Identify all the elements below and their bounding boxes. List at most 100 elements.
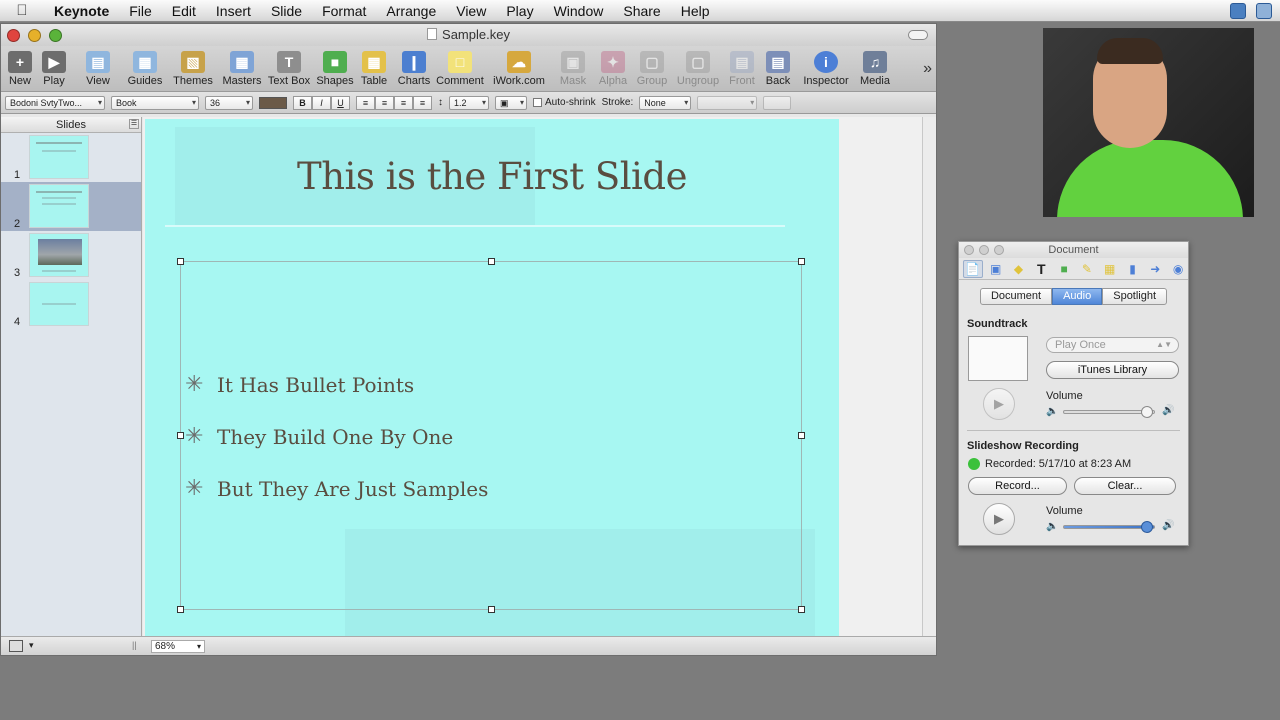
soundtrack-play-button[interactable]: ▶ xyxy=(983,388,1015,420)
soundtrack-volume-knob[interactable] xyxy=(1140,406,1153,418)
play-mode-select[interactable]: Play Once ▲▼ xyxy=(1046,337,1179,353)
text-color-swatch[interactable] xyxy=(259,96,287,109)
underline-button[interactable]: U xyxy=(331,95,350,110)
hyperlink-inspector-icon[interactable]: ➜ xyxy=(1145,260,1165,278)
resize-handle-top[interactable] xyxy=(488,258,495,265)
autoshrink-checkbox[interactable]: Auto-shrink xyxy=(533,97,596,108)
body-text-box[interactable]: ✳ It Has Bullet Points ✳ They Build One By… xyxy=(177,258,805,613)
bullet-item-1[interactable]: ✳ It Has Bullet Points xyxy=(185,372,414,397)
inspector-zoom-button[interactable] xyxy=(994,245,1004,255)
slide-inspector-icon[interactable]: ▣ xyxy=(986,260,1006,278)
itunes-library-button[interactable]: iTunes Library xyxy=(1046,361,1179,379)
toolbar-text-box-button[interactable]: T Text Box xyxy=(263,46,315,92)
stroke-select[interactable]: None ▾ xyxy=(639,95,692,110)
italic-button[interactable]: I xyxy=(312,95,331,110)
menu-edit[interactable]: Edit xyxy=(162,0,206,22)
align-justify-icon[interactable]: ≡ xyxy=(413,95,432,110)
slide-canvas[interactable]: This is the First Slide ✳ It Has Bullet P… xyxy=(143,117,923,636)
toolbar-shapes-button[interactable]: ■ Shapes xyxy=(315,46,355,92)
tab-audio[interactable]: Audio xyxy=(1052,288,1103,305)
build-inspector-icon[interactable]: ◆ xyxy=(1009,260,1029,278)
slide[interactable]: This is the First Slide ✳ It Has Bullet P… xyxy=(145,119,839,636)
metrics-inspector-icon[interactable]: ✎ xyxy=(1077,260,1097,278)
toolbar-overflow-icon[interactable]: » xyxy=(923,60,932,78)
slide-thumbnail-3[interactable]: 3 xyxy=(1,231,141,280)
soundtrack-volume-slider[interactable] xyxy=(1063,406,1155,418)
menu-app[interactable]: Keynote xyxy=(44,0,119,22)
view-mode-arrow-icon[interactable]: ▾ xyxy=(29,640,34,651)
stroke-width-select[interactable]: ▾ xyxy=(697,95,758,110)
slide-thumbnail-4[interactable]: 4 xyxy=(1,280,141,329)
splitter-grip-icon[interactable]: || xyxy=(132,640,137,650)
recording-volume-knob[interactable] xyxy=(1140,521,1153,533)
close-window-button[interactable] xyxy=(7,29,20,42)
toolbar-group-button[interactable]: ▢ Group xyxy=(633,46,671,92)
recording-volume-slider[interactable] xyxy=(1063,521,1155,533)
align-right-icon[interactable]: ≡ xyxy=(394,95,413,110)
menu-play[interactable]: Play xyxy=(496,0,543,22)
toolbar-view-button[interactable]: ▤ View xyxy=(71,46,125,92)
resize-handle-bottom-left[interactable] xyxy=(177,606,184,613)
align-center-icon[interactable]: ≡ xyxy=(375,95,394,110)
view-mode-icon[interactable] xyxy=(9,640,23,652)
bullet-item-3[interactable]: ✳ But They Are Just Samples xyxy=(185,476,488,501)
menu-view[interactable]: View xyxy=(446,0,496,22)
menu-arrange[interactable]: Arrange xyxy=(376,0,446,22)
toolbar-table-button[interactable]: ▦ Table xyxy=(355,46,393,92)
soundtrack-well[interactable] xyxy=(968,336,1028,381)
toolbar-guides-button[interactable]: ▦ Guides xyxy=(125,46,165,92)
resize-handle-bottom-right[interactable] xyxy=(798,606,805,613)
zoom-select[interactable]: 68% ▾ xyxy=(151,640,205,653)
menu-file[interactable]: File xyxy=(119,0,162,22)
inspector-close-button[interactable] xyxy=(964,245,974,255)
toolbar-masters-button[interactable]: ▦ Masters xyxy=(221,46,263,92)
toolbar-ungroup-button[interactable]: ▢ Ungroup xyxy=(671,46,725,92)
slide-title[interactable]: This is the First Slide xyxy=(145,155,839,198)
menu-format[interactable]: Format xyxy=(312,0,376,22)
line-spacing-select[interactable]: 1.2 ▾ xyxy=(449,95,489,110)
menu-insert[interactable]: Insert xyxy=(206,0,261,22)
menu-help[interactable]: Help xyxy=(671,0,720,22)
columns-select[interactable]: ▣ ▾ xyxy=(495,95,527,110)
toolbar-comment-button[interactable]: □ Comment xyxy=(435,46,485,92)
chart-inspector-icon[interactable]: ▮ xyxy=(1123,260,1143,278)
toolbar-back-button[interactable]: ▤ Back xyxy=(759,46,797,92)
bullet-item-2[interactable]: ✳ They Build One By One xyxy=(185,424,453,449)
resize-handle-right[interactable] xyxy=(798,432,805,439)
toolbar-inspector-button[interactable]: i Inspector xyxy=(797,46,855,92)
font-size-select[interactable]: 36 ▾ xyxy=(205,95,253,110)
align-left-icon[interactable]: ≡ xyxy=(356,95,375,110)
menu-share[interactable]: Share xyxy=(613,0,670,22)
apple-menu-icon[interactable]:  xyxy=(0,2,44,19)
slide-thumbnail-2[interactable]: 2 xyxy=(1,182,141,231)
toolbar-toggle-button[interactable] xyxy=(908,30,928,40)
table-inspector-icon[interactable]: ▦ xyxy=(1100,260,1120,278)
resize-handle-left[interactable] xyxy=(177,432,184,439)
tab-spotlight[interactable]: Spotlight xyxy=(1102,288,1168,305)
tab-document[interactable]: Document xyxy=(979,288,1053,305)
toolbar-front-button[interactable]: ▤ Front xyxy=(725,46,759,92)
toolbar-charts-button[interactable]: ❙ Charts xyxy=(393,46,435,92)
document-proxy-icon[interactable] xyxy=(427,28,438,40)
text-inspector-icon[interactable]: T xyxy=(1031,260,1051,278)
graphic-inspector-icon[interactable]: ■ xyxy=(1054,260,1074,278)
stroke-color-swatch[interactable] xyxy=(763,95,792,110)
menubar-status-icon[interactable] xyxy=(1230,3,1246,19)
record-button[interactable]: Record... xyxy=(968,477,1067,495)
quicktime-inspector-icon[interactable]: ◉ xyxy=(1168,260,1188,278)
navigator-options-icon[interactable]: ☰ xyxy=(129,119,139,129)
slide-thumbnail-1[interactable]: 1 xyxy=(1,133,141,182)
resize-handle-bottom[interactable] xyxy=(488,606,495,613)
document-inspector-icon[interactable]: 📄 xyxy=(963,259,983,278)
toolbar-iwork-com-button[interactable]: ☁ iWork.com xyxy=(485,46,553,92)
menubar-network-icon[interactable] xyxy=(1256,3,1272,19)
resize-handle-top-right[interactable] xyxy=(798,258,805,265)
toolbar-play-button[interactable]: ▶ Play xyxy=(37,46,71,92)
menu-slide[interactable]: Slide xyxy=(261,0,312,22)
recording-play-button[interactable]: ▶ xyxy=(983,503,1015,535)
minimize-window-button[interactable] xyxy=(28,29,41,42)
toolbar-new-button[interactable]: + New xyxy=(3,46,37,92)
bold-button[interactable]: B xyxy=(293,95,312,110)
zoom-window-button[interactable] xyxy=(49,29,62,42)
resize-handle-top-left[interactable] xyxy=(177,258,184,265)
